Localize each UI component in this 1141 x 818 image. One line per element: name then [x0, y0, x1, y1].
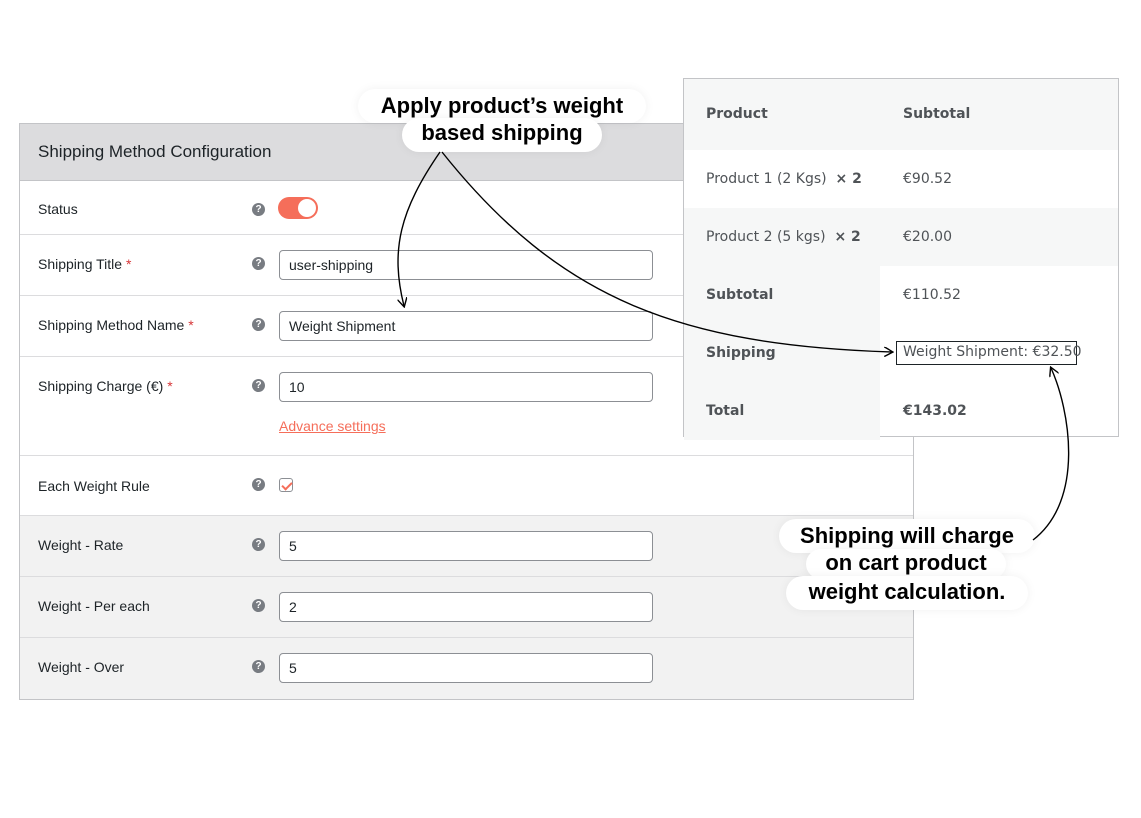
row-weight-over: Weight - Over ? 5: [20, 638, 913, 699]
cart-head-product: Product: [706, 106, 768, 122]
cart-subtotal-value: €110.52: [903, 287, 961, 303]
callout-bottom-line2: on cart product: [806, 549, 1006, 579]
callout-bottom-line1: Shipping will charge: [779, 519, 1035, 553]
row-each-weight-rule: Each Weight Rule ?: [20, 456, 913, 516]
cart-total-label: Total: [706, 403, 745, 419]
weight-over-input[interactable]: 5: [279, 653, 653, 683]
toggle-knob: [298, 199, 316, 217]
callout-top-line2: based shipping: [402, 118, 602, 152]
help-icon[interactable]: ?: [252, 203, 265, 216]
callout-bottom-line3: weight calculation.: [786, 576, 1028, 610]
status-toggle[interactable]: [278, 197, 318, 219]
weight-per-each-input[interactable]: 2: [279, 592, 653, 622]
help-icon[interactable]: ?: [252, 538, 265, 551]
each-weight-checkbox[interactable]: [279, 478, 293, 492]
shipping-charge-label: Shipping Charge (€) *: [38, 378, 173, 394]
row-weight-per-each: Weight - Per each ? 2: [20, 577, 913, 638]
cart-head-row: Product Subtotal: [684, 79, 1118, 150]
status-label: Status: [38, 201, 78, 217]
cart-item-amount: €20.00: [903, 229, 952, 245]
cart-item-name: Product 1 (2 Kgs) × 2: [706, 171, 862, 187]
weight-per-each-label: Weight - Per each: [38, 598, 150, 614]
cart-item-row: Product 1 (2 Kgs) × 2 €90.52: [684, 150, 1118, 208]
cart-subtotal-label: Subtotal: [706, 287, 774, 303]
each-weight-label: Each Weight Rule: [38, 478, 150, 494]
cart-item-row: Product 2 (5 kgs) × 2 €20.00: [684, 208, 1118, 266]
shipping-title-label: Shipping Title *: [38, 256, 132, 272]
weight-over-label: Weight - Over: [38, 659, 125, 675]
cart-head-subtotal: Subtotal: [903, 106, 971, 122]
weight-rate-input[interactable]: 5: [279, 531, 653, 561]
cart-shipping-value: Weight Shipment: €32.50: [896, 341, 1082, 365]
cart-subtotal-row: Subtotal €110.52: [684, 266, 1118, 324]
weight-rate-label: Weight - Rate: [38, 537, 124, 553]
help-icon[interactable]: ?: [252, 478, 265, 491]
cart-item-name: Product 2 (5 kgs) × 2: [706, 229, 861, 245]
cart-totals-table: Product Subtotal Product 1 (2 Kgs) × 2 €…: [683, 78, 1119, 440]
method-name-label: Shipping Method Name *: [38, 317, 194, 333]
help-icon[interactable]: ?: [252, 257, 265, 270]
cart-total-value: €143.02: [903, 403, 967, 419]
help-icon[interactable]: ?: [252, 318, 265, 331]
cart-item-amount: €90.52: [903, 171, 952, 187]
help-icon[interactable]: ?: [252, 660, 265, 673]
advance-settings-link[interactable]: Advance settings: [279, 418, 386, 434]
shipping-title-input[interactable]: user-shipping: [279, 250, 653, 280]
row-weight-rate: Weight - Rate ? 5: [20, 516, 913, 577]
shipping-charge-input[interactable]: 10: [279, 372, 653, 402]
help-icon[interactable]: ?: [252, 599, 265, 612]
cart-total-row: Total €143.02: [684, 382, 1118, 440]
help-icon[interactable]: ?: [252, 379, 265, 392]
cart-shipping-label: Shipping: [706, 345, 776, 361]
method-name-input[interactable]: Weight Shipment: [279, 311, 653, 341]
